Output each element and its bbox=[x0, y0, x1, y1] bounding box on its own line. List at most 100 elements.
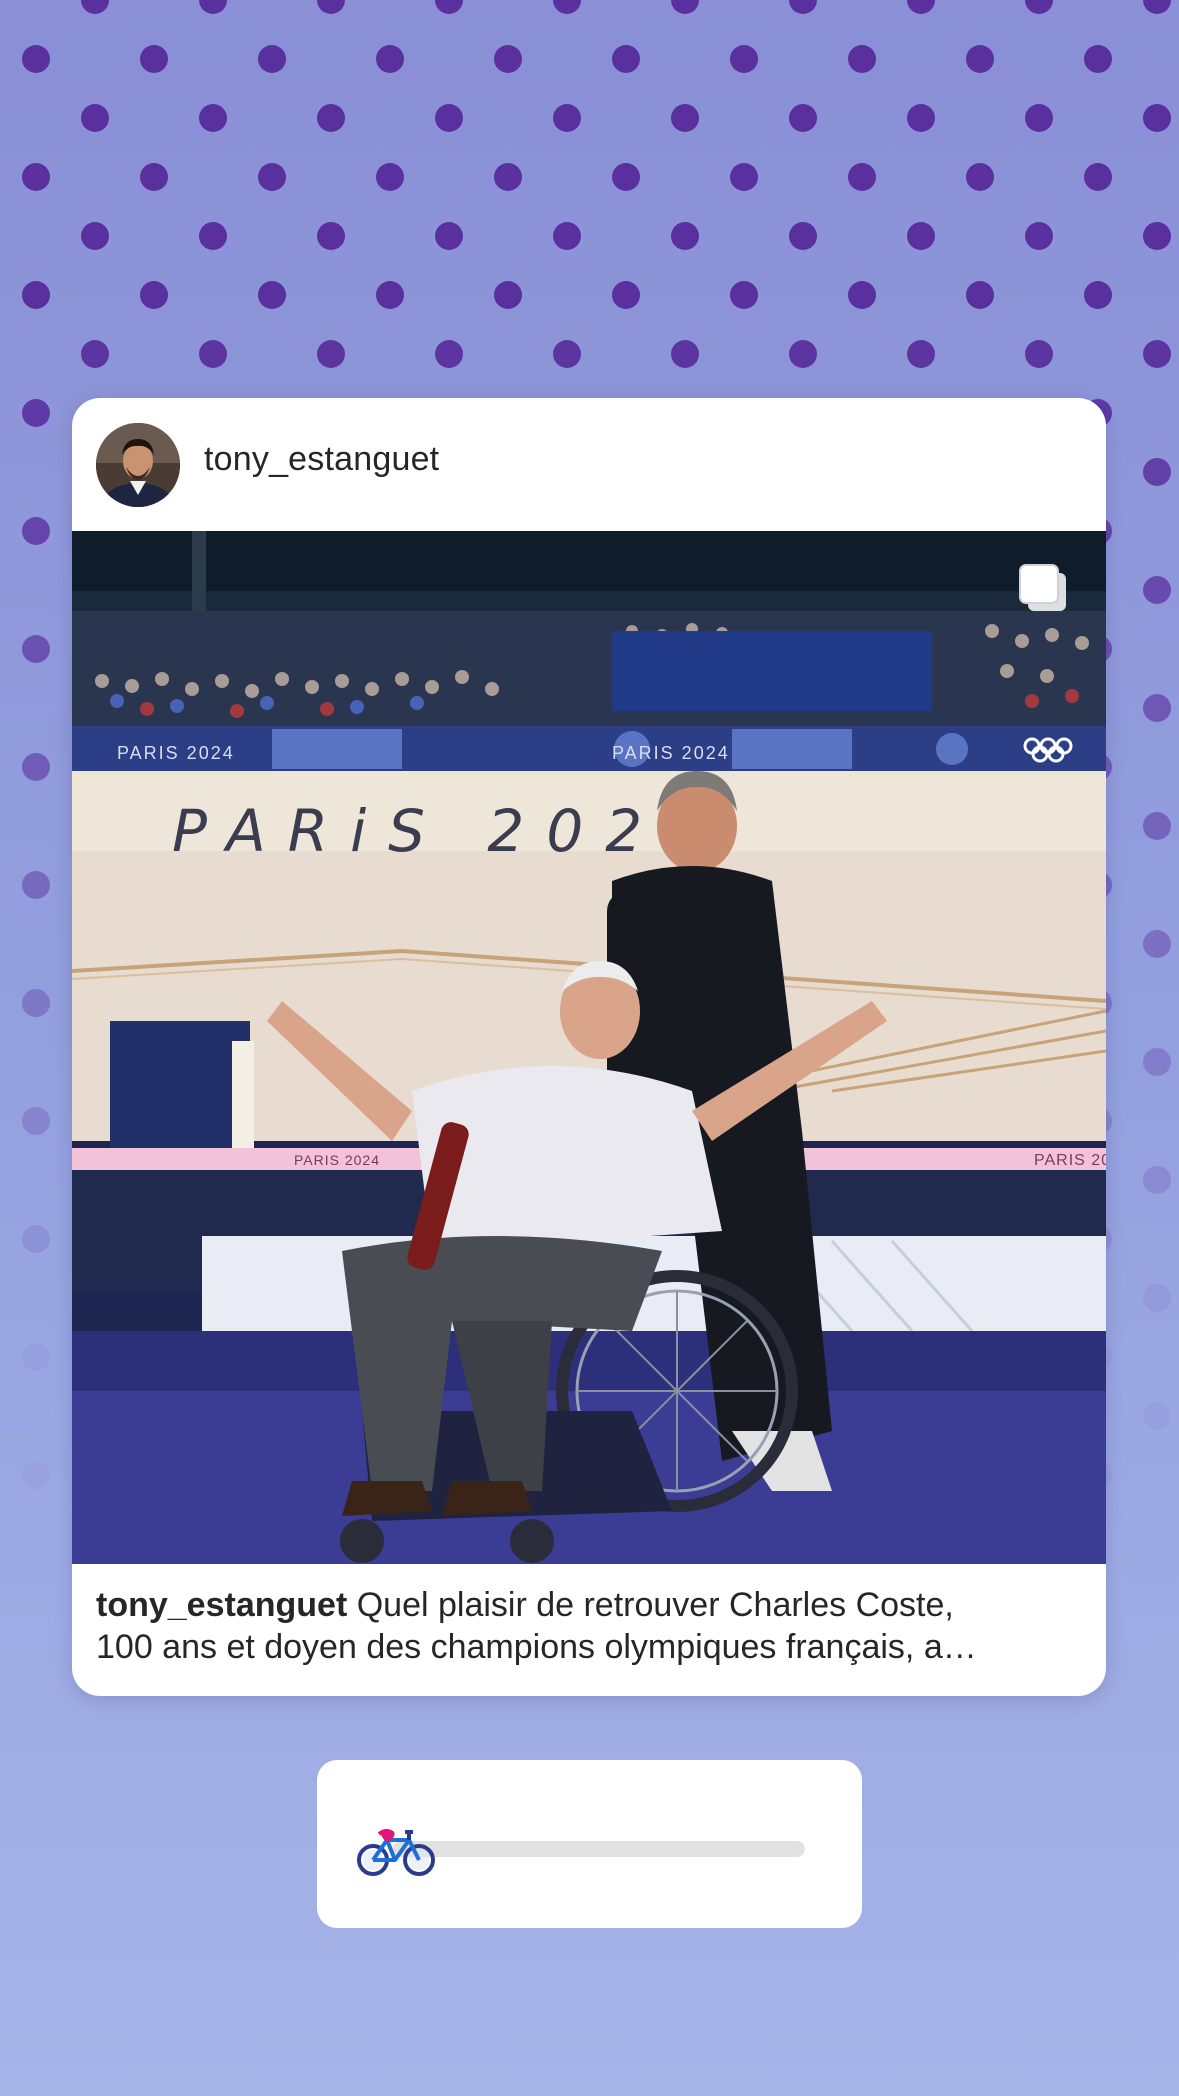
banner-text-left: PARIS 2024 bbox=[117, 743, 235, 763]
background-dot bbox=[1143, 1402, 1171, 1430]
background-dot bbox=[907, 104, 935, 132]
background-dot bbox=[848, 45, 876, 73]
background-dot bbox=[671, 340, 699, 368]
background-dot bbox=[789, 222, 817, 250]
background-dot bbox=[22, 1225, 50, 1253]
background-dot bbox=[612, 163, 640, 191]
background-dot bbox=[22, 1107, 50, 1135]
rail-text-left: PARIS 2024 bbox=[294, 1152, 380, 1168]
background-dot bbox=[1143, 1166, 1171, 1194]
background-dot bbox=[140, 45, 168, 73]
big-paris-text: PARiS 2024 bbox=[172, 797, 723, 865]
background-dot bbox=[317, 340, 345, 368]
background-dot bbox=[140, 281, 168, 309]
background-dot bbox=[907, 222, 935, 250]
background-dot bbox=[81, 104, 109, 132]
background-dot bbox=[1143, 812, 1171, 840]
background-dot bbox=[789, 0, 817, 14]
background-dot bbox=[553, 222, 581, 250]
background-dot bbox=[612, 45, 640, 73]
background-dot bbox=[1143, 104, 1171, 132]
background-dot bbox=[1143, 1048, 1171, 1076]
background-dot bbox=[376, 281, 404, 309]
post-header[interactable]: tony_estanguet bbox=[72, 398, 1106, 530]
background-dot bbox=[317, 104, 345, 132]
background-dot bbox=[553, 104, 581, 132]
background-dot bbox=[22, 45, 50, 73]
background-dot bbox=[317, 0, 345, 14]
rail-text-right: PARIS 20 bbox=[1034, 1152, 1106, 1169]
background-dot bbox=[376, 45, 404, 73]
caption-text-1: Quel plaisir de retrouver Charles Coste, bbox=[347, 1586, 954, 1624]
background-dot bbox=[140, 163, 168, 191]
background-dot bbox=[671, 104, 699, 132]
background-dot bbox=[966, 281, 994, 309]
background-dot bbox=[22, 281, 50, 309]
background-dot bbox=[376, 163, 404, 191]
profile-avatar[interactable] bbox=[96, 423, 180, 507]
background-dot bbox=[671, 0, 699, 14]
background-dot bbox=[1143, 0, 1171, 14]
slider-track[interactable] bbox=[393, 1841, 805, 1857]
background-dot bbox=[1084, 45, 1112, 73]
background-dot bbox=[435, 222, 463, 250]
background-dot bbox=[22, 989, 50, 1017]
background-dot bbox=[435, 104, 463, 132]
post-username[interactable]: tony_estanguet bbox=[204, 440, 439, 479]
background-dot bbox=[1143, 340, 1171, 368]
background-dot bbox=[81, 0, 109, 14]
caption-username[interactable]: tony_estanguet bbox=[96, 1586, 347, 1624]
background-dot bbox=[553, 340, 581, 368]
background-dot bbox=[848, 163, 876, 191]
background-dot bbox=[22, 517, 50, 545]
background-dot bbox=[199, 340, 227, 368]
shared-post-card[interactable]: tony_estanguet PARIS 2024 PARIS 2024 PAR… bbox=[72, 398, 1106, 1696]
bicycle-icon[interactable] bbox=[357, 1824, 435, 1878]
background-dot bbox=[730, 45, 758, 73]
background-dot bbox=[22, 753, 50, 781]
background-dot bbox=[258, 281, 286, 309]
background-dot bbox=[789, 340, 817, 368]
background-dot bbox=[199, 222, 227, 250]
background-dot bbox=[494, 281, 522, 309]
background-dot bbox=[612, 281, 640, 309]
background-dot bbox=[848, 281, 876, 309]
background-dot bbox=[494, 45, 522, 73]
background-dot bbox=[1084, 163, 1112, 191]
background-dot bbox=[258, 45, 286, 73]
banner-text-mid: PARIS 2024 bbox=[612, 743, 730, 763]
background-dot bbox=[22, 1343, 50, 1371]
background-dot bbox=[553, 0, 581, 14]
background-dot bbox=[22, 1461, 50, 1489]
emoji-slider-sticker[interactable] bbox=[317, 1760, 862, 1928]
post-caption[interactable]: tony_estanguet Quel plaisir de retrouver… bbox=[96, 1584, 1086, 1668]
background-dot bbox=[966, 163, 994, 191]
background-dot bbox=[1143, 576, 1171, 604]
background-dot bbox=[22, 399, 50, 427]
caption-line-1: tony_estanguet Quel plaisir de retrouver… bbox=[96, 1584, 1086, 1626]
post-photo[interactable]: PARIS 2024 PARIS 2024 PARiS 2024 PARIS 2… bbox=[72, 531, 1106, 1564]
background-dot bbox=[22, 163, 50, 191]
background-dot bbox=[1025, 222, 1053, 250]
background-dot bbox=[494, 163, 522, 191]
background-dot bbox=[907, 340, 935, 368]
background-dot bbox=[789, 104, 817, 132]
background-dot bbox=[22, 871, 50, 899]
background-dot bbox=[1084, 281, 1112, 309]
background-dot bbox=[1143, 1284, 1171, 1312]
background-dot bbox=[671, 222, 699, 250]
background-dot bbox=[1025, 340, 1053, 368]
background-dot bbox=[435, 340, 463, 368]
background-dot bbox=[1143, 222, 1171, 250]
background-dot bbox=[1143, 458, 1171, 486]
background-dot bbox=[258, 163, 286, 191]
background-dot bbox=[22, 635, 50, 663]
background-dot bbox=[966, 45, 994, 73]
background-dot bbox=[730, 163, 758, 191]
background-dot bbox=[1025, 104, 1053, 132]
background-dot bbox=[435, 0, 463, 14]
background-dot bbox=[1143, 694, 1171, 722]
background-dot bbox=[199, 0, 227, 14]
background-dot bbox=[730, 281, 758, 309]
background-dot bbox=[907, 0, 935, 14]
